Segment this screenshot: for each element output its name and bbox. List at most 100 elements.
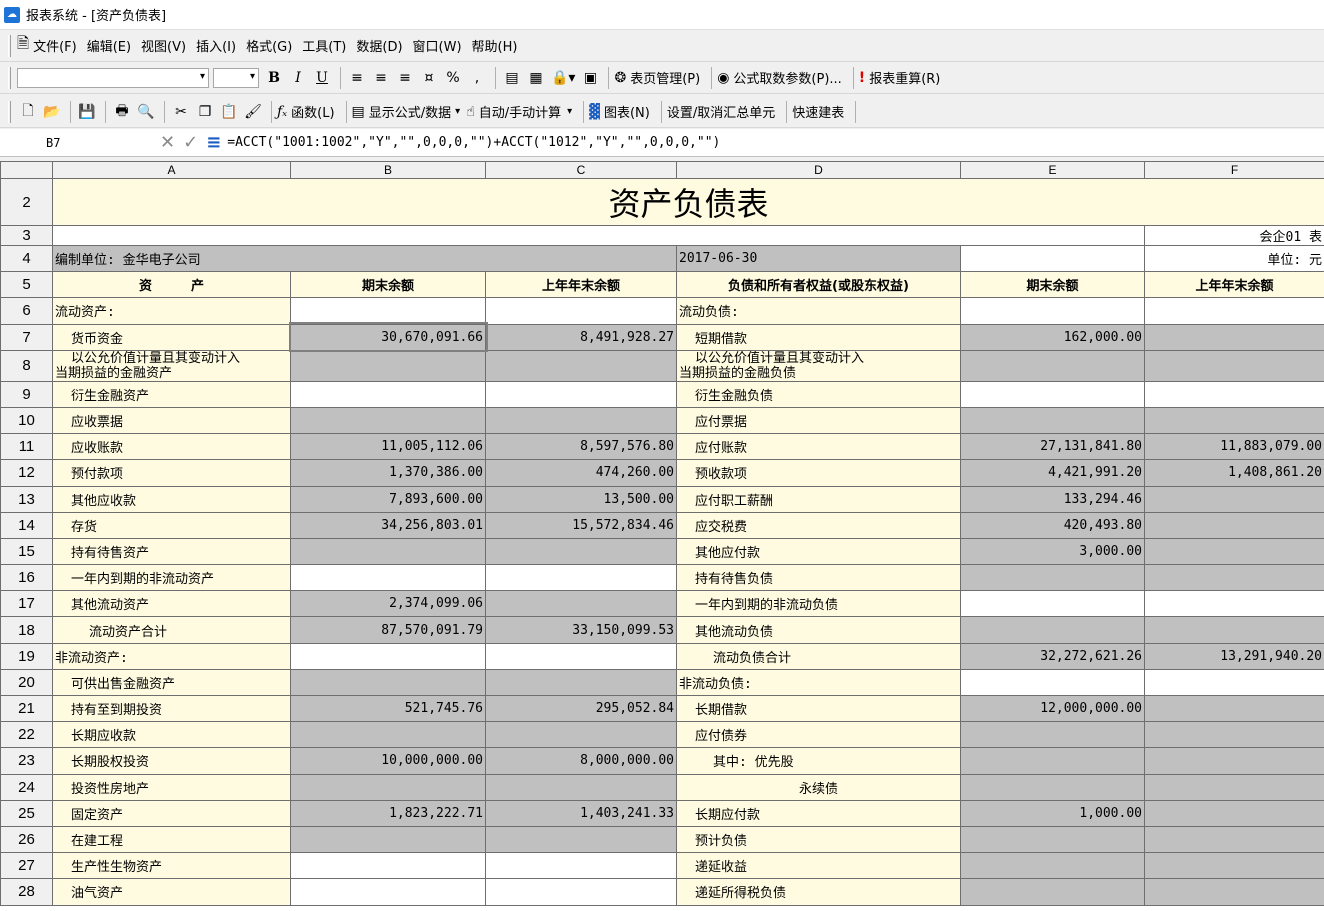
cell-d[interactable]: 长期应付款 bbox=[676, 799, 961, 827]
cell-d[interactable]: 递延所得税负债 bbox=[676, 878, 961, 906]
cell-c[interactable] bbox=[485, 380, 677, 408]
cell-f[interactable] bbox=[1144, 773, 1324, 801]
underline-button[interactable]: U bbox=[311, 66, 333, 90]
toggle-summary-cell-button[interactable]: 设置/取消汇总单元 bbox=[667, 102, 775, 121]
cell-c[interactable] bbox=[485, 349, 677, 382]
menu-format[interactable]: 格式(G) bbox=[246, 36, 292, 55]
menu-tools[interactable]: 工具(T) bbox=[302, 36, 346, 55]
cell-f[interactable] bbox=[1144, 721, 1324, 749]
cell-e[interactable] bbox=[960, 773, 1145, 801]
column-header[interactable]: F bbox=[1144, 161, 1324, 179]
bold-button[interactable]: B bbox=[263, 66, 285, 90]
row-header[interactable]: 5 bbox=[0, 271, 53, 299]
column-header[interactable]: E bbox=[960, 161, 1145, 179]
cell-e[interactable]: 4,421,991.20 bbox=[960, 459, 1145, 487]
column-header[interactable]: D bbox=[676, 161, 961, 179]
cell-a[interactable]: 在建工程 bbox=[52, 825, 291, 854]
cell-b[interactable] bbox=[290, 825, 486, 854]
header-prior-balance[interactable]: 上年年末余额 bbox=[1144, 271, 1324, 299]
page-management-button[interactable]: ❂ 表页管理(P) bbox=[614, 68, 700, 88]
cell-f[interactable]: 1,408,861.20 bbox=[1144, 459, 1324, 487]
cell-c[interactable] bbox=[485, 878, 677, 906]
cell-a[interactable]: 流动资产: bbox=[52, 297, 291, 325]
cell-e[interactable] bbox=[960, 852, 1145, 880]
cell-c[interactable] bbox=[485, 537, 677, 566]
menu-help[interactable]: 帮助(H) bbox=[472, 36, 518, 55]
cell-a[interactable]: 长期股权投资 bbox=[52, 747, 291, 775]
cell-e[interactable]: 162,000.00 bbox=[960, 323, 1145, 351]
cell-c[interactable]: 8,000,000.00 bbox=[485, 747, 677, 775]
row-header[interactable]: 16 bbox=[0, 564, 53, 592]
percent-button[interactable]: % bbox=[442, 66, 464, 90]
copy-icon[interactable]: ❐ bbox=[194, 100, 216, 124]
row-header[interactable]: 2 bbox=[0, 178, 53, 226]
cell-a[interactable]: 其他应收款 bbox=[52, 485, 291, 513]
align-center-icon[interactable]: ≡ bbox=[370, 66, 392, 90]
cell-f[interactable]: 11,883,079.00 bbox=[1144, 433, 1324, 461]
show-formula-button[interactable]: ▤ 显示公式/数据 ▾ bbox=[352, 102, 461, 122]
cell-f[interactable] bbox=[1144, 878, 1324, 906]
row-header[interactable]: 18 bbox=[0, 616, 53, 644]
cell-f[interactable] bbox=[1144, 406, 1324, 435]
cell-b[interactable] bbox=[290, 406, 486, 435]
cell-d[interactable]: 以公允价值计量且其变动计入 当期损益的金融负债 bbox=[676, 349, 961, 382]
cut-icon[interactable]: ✂ bbox=[170, 100, 192, 124]
cell[interactable] bbox=[960, 244, 1145, 273]
cell-a[interactable]: 以公允价值计量且其变动计入 当期损益的金融资产 bbox=[52, 349, 291, 382]
cell-f[interactable]: 13,291,940.20 bbox=[1144, 642, 1324, 670]
functions-button[interactable]: ƒₓ 函数(L) bbox=[277, 102, 335, 122]
cell-a[interactable]: 应收账款 bbox=[52, 433, 291, 461]
cell-f[interactable] bbox=[1144, 590, 1324, 618]
form-code[interactable]: 会企01 表 bbox=[1144, 225, 1324, 246]
cell-a[interactable]: 非流动资产: bbox=[52, 642, 291, 670]
row-header[interactable]: 6 bbox=[0, 297, 53, 325]
cell-b[interactable] bbox=[290, 537, 486, 566]
cell-a[interactable]: 投资性房地产 bbox=[52, 773, 291, 801]
company-name[interactable]: 编制单位: 金华电子公司 bbox=[52, 244, 677, 273]
equals-icon[interactable]: ≡ bbox=[206, 132, 221, 153]
cell-b[interactable] bbox=[290, 349, 486, 382]
cell-b[interactable] bbox=[290, 564, 486, 592]
row-header[interactable]: 3 bbox=[0, 225, 53, 246]
align-right-icon[interactable]: ≡ bbox=[394, 66, 416, 90]
cell-e[interactable]: 133,294.46 bbox=[960, 485, 1145, 513]
cell-e[interactable] bbox=[960, 564, 1145, 592]
cell-c[interactable] bbox=[485, 773, 677, 801]
cell-f[interactable] bbox=[1144, 297, 1324, 325]
font-name-select[interactable]: ▾ bbox=[17, 67, 209, 88]
column-header[interactable]: B bbox=[290, 161, 486, 179]
currency-icon[interactable]: ¤ bbox=[418, 66, 440, 90]
cell-a[interactable]: 生产性生物资产 bbox=[52, 852, 291, 880]
cell-reference[interactable]: B7 bbox=[0, 136, 150, 150]
cell-b[interactable]: 11,005,112.06 bbox=[290, 433, 486, 461]
cell-e[interactable] bbox=[960, 349, 1145, 382]
toolbar-grip[interactable] bbox=[8, 66, 11, 89]
cell-a[interactable]: 可供出售金融资产 bbox=[52, 668, 291, 697]
cell-d[interactable]: 流动负债合计 bbox=[676, 642, 961, 670]
cell-f[interactable] bbox=[1144, 380, 1324, 408]
cell-f[interactable] bbox=[1144, 349, 1324, 382]
cell-d[interactable]: 其他流动负债 bbox=[676, 616, 961, 644]
header-liabilities[interactable]: 负债和所有者权益(或股东权益) bbox=[676, 271, 961, 299]
row-header[interactable]: 23 bbox=[0, 747, 53, 775]
cell-a[interactable]: 油气资产 bbox=[52, 878, 291, 906]
cell-b[interactable] bbox=[290, 852, 486, 880]
cell-f[interactable] bbox=[1144, 511, 1324, 539]
cell-d[interactable]: 其中: 优先股 bbox=[676, 747, 961, 775]
row-header[interactable]: 17 bbox=[0, 590, 53, 618]
menu-edit[interactable]: 编辑(E) bbox=[87, 36, 131, 55]
column-header[interactable]: A bbox=[52, 161, 291, 179]
row-header[interactable]: 19 bbox=[0, 642, 53, 670]
row-header[interactable]: 14 bbox=[0, 511, 53, 539]
align-left-icon[interactable]: ≡ bbox=[346, 66, 368, 90]
cell-d[interactable]: 应付职工薪酬 bbox=[676, 485, 961, 513]
row-header[interactable]: 8 bbox=[0, 349, 53, 382]
cell-c[interactable]: 295,052.84 bbox=[485, 694, 677, 723]
cell-b[interactable]: 1,370,386.00 bbox=[290, 459, 486, 487]
cell-b[interactable]: 2,374,099.06 bbox=[290, 590, 486, 618]
cell-c[interactable] bbox=[485, 852, 677, 880]
cell-e[interactable] bbox=[960, 825, 1145, 854]
row-header[interactable]: 20 bbox=[0, 668, 53, 697]
header-end-balance[interactable]: 期末余额 bbox=[290, 271, 486, 299]
cell-b[interactable] bbox=[290, 878, 486, 906]
